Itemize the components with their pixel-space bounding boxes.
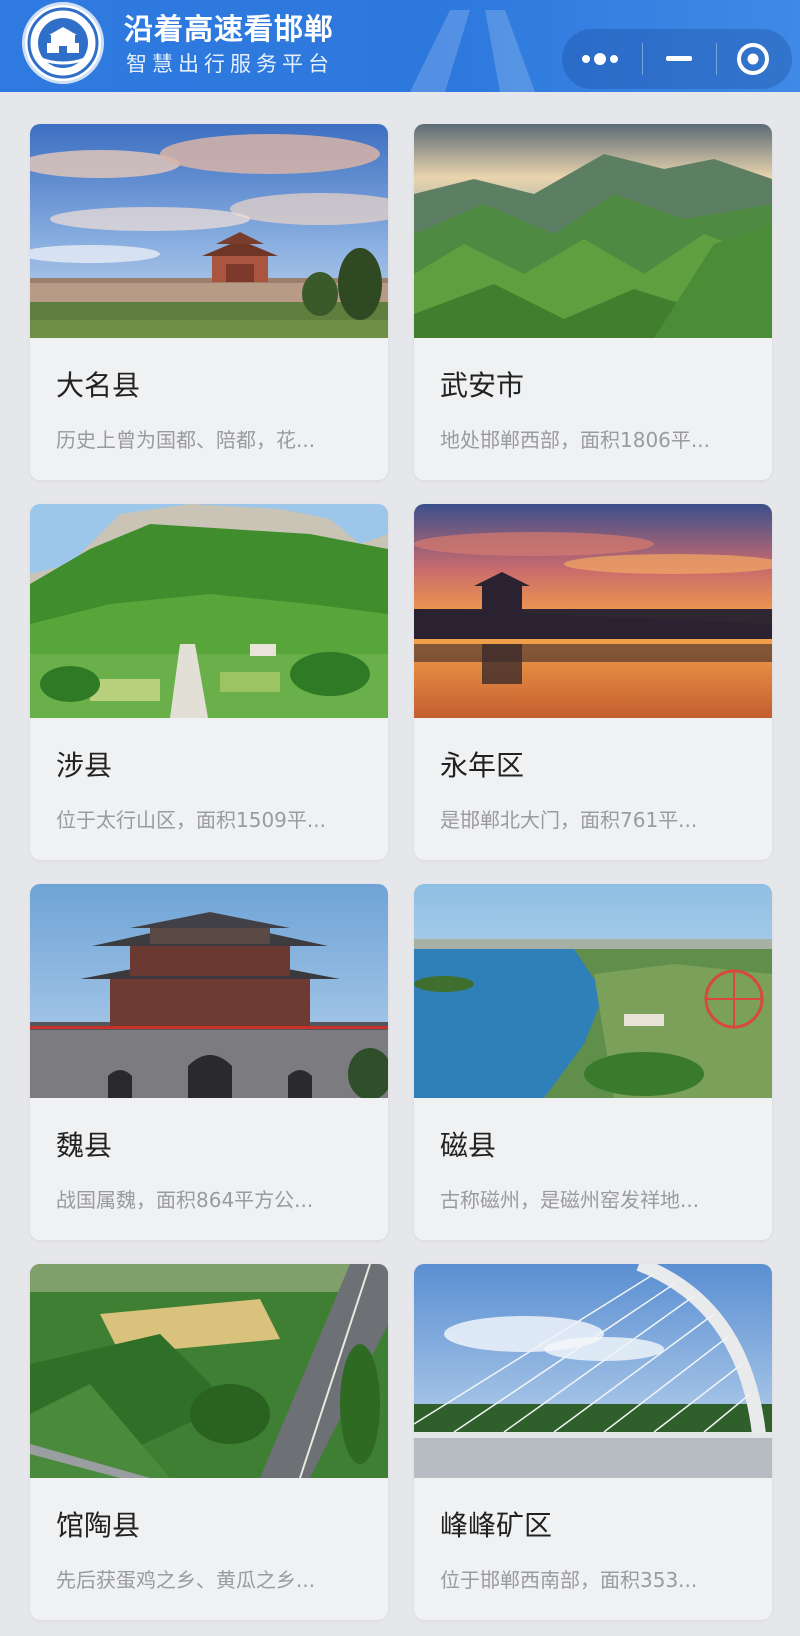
- district-photo: [30, 1264, 388, 1478]
- district-description: 古称磁州，是磁州窑发祥地...: [440, 1188, 700, 1212]
- district-card[interactable]: 馆陶县 先后获蛋鸡之乡、黄瓜之乡...: [30, 1264, 388, 1620]
- district-photo: [414, 124, 772, 338]
- district-description: 位于邯郸西南部，面积353...: [440, 1568, 698, 1592]
- district-description: 地处邯郸西部，面积1806平...: [440, 428, 710, 452]
- app-subtitle: 智慧出行服务平台: [126, 52, 334, 76]
- minimize-icon: [666, 56, 692, 61]
- district-description: 战国属魏，面积864平方公...: [56, 1188, 314, 1212]
- district-photo: [30, 504, 388, 718]
- district-name: 魏县: [56, 1129, 113, 1162]
- district-name: 磁县: [440, 1129, 497, 1162]
- more-button[interactable]: [562, 29, 638, 89]
- app-title: 沿着高速看邯郸: [124, 12, 335, 46]
- capsule-divider: [716, 43, 717, 75]
- district-name: 大名县: [56, 369, 141, 402]
- top-app-bar: 沿着高速看邯郸 智慧出行服务平台: [0, 0, 800, 92]
- district-name: 永年区: [440, 749, 525, 782]
- district-description: 位于太行山区，面积1509平...: [56, 808, 326, 832]
- district-card[interactable]: 磁县 古称磁州，是磁州窑发祥地...: [414, 884, 772, 1240]
- district-photo: [414, 1264, 772, 1478]
- district-description: 先后获蛋鸡之乡、黄瓜之乡...: [56, 1568, 316, 1592]
- close-button[interactable]: [718, 29, 792, 89]
- district-card[interactable]: 魏县 战国属魏，面积864平方公...: [30, 884, 388, 1240]
- district-card[interactable]: 永年区 是邯郸北大门，面积761平...: [414, 504, 772, 860]
- district-card[interactable]: 大名县 历史上曾为国都、陪都，花...: [30, 124, 388, 480]
- district-photo: [414, 884, 772, 1098]
- emblem-logo-icon: [22, 2, 104, 84]
- district-card[interactable]: 峰峰矿区 位于邯郸西南部，面积353...: [414, 1264, 772, 1620]
- target-close-icon: [737, 43, 769, 75]
- district-description: 是邯郸北大门，面积761平...: [440, 808, 698, 832]
- district-card[interactable]: 涉县 位于太行山区，面积1509平...: [30, 504, 388, 860]
- district-photo: [30, 124, 388, 338]
- more-dots-icon: [582, 53, 618, 65]
- district-name: 馆陶县: [56, 1509, 141, 1542]
- district-description: 历史上曾为国都、陪都，花...: [56, 428, 316, 452]
- district-photo: [414, 504, 772, 718]
- capsule-divider: [642, 43, 643, 75]
- mini-program-capsule: [562, 29, 792, 89]
- district-card[interactable]: 武安市 地处邯郸西部，面积1806平...: [414, 124, 772, 480]
- road-decoration: [410, 10, 535, 92]
- district-photo: [30, 884, 388, 1098]
- district-name: 峰峰矿区: [440, 1509, 553, 1542]
- district-name: 武安市: [440, 369, 525, 402]
- minimize-button[interactable]: [644, 29, 714, 89]
- district-name: 涉县: [56, 749, 113, 782]
